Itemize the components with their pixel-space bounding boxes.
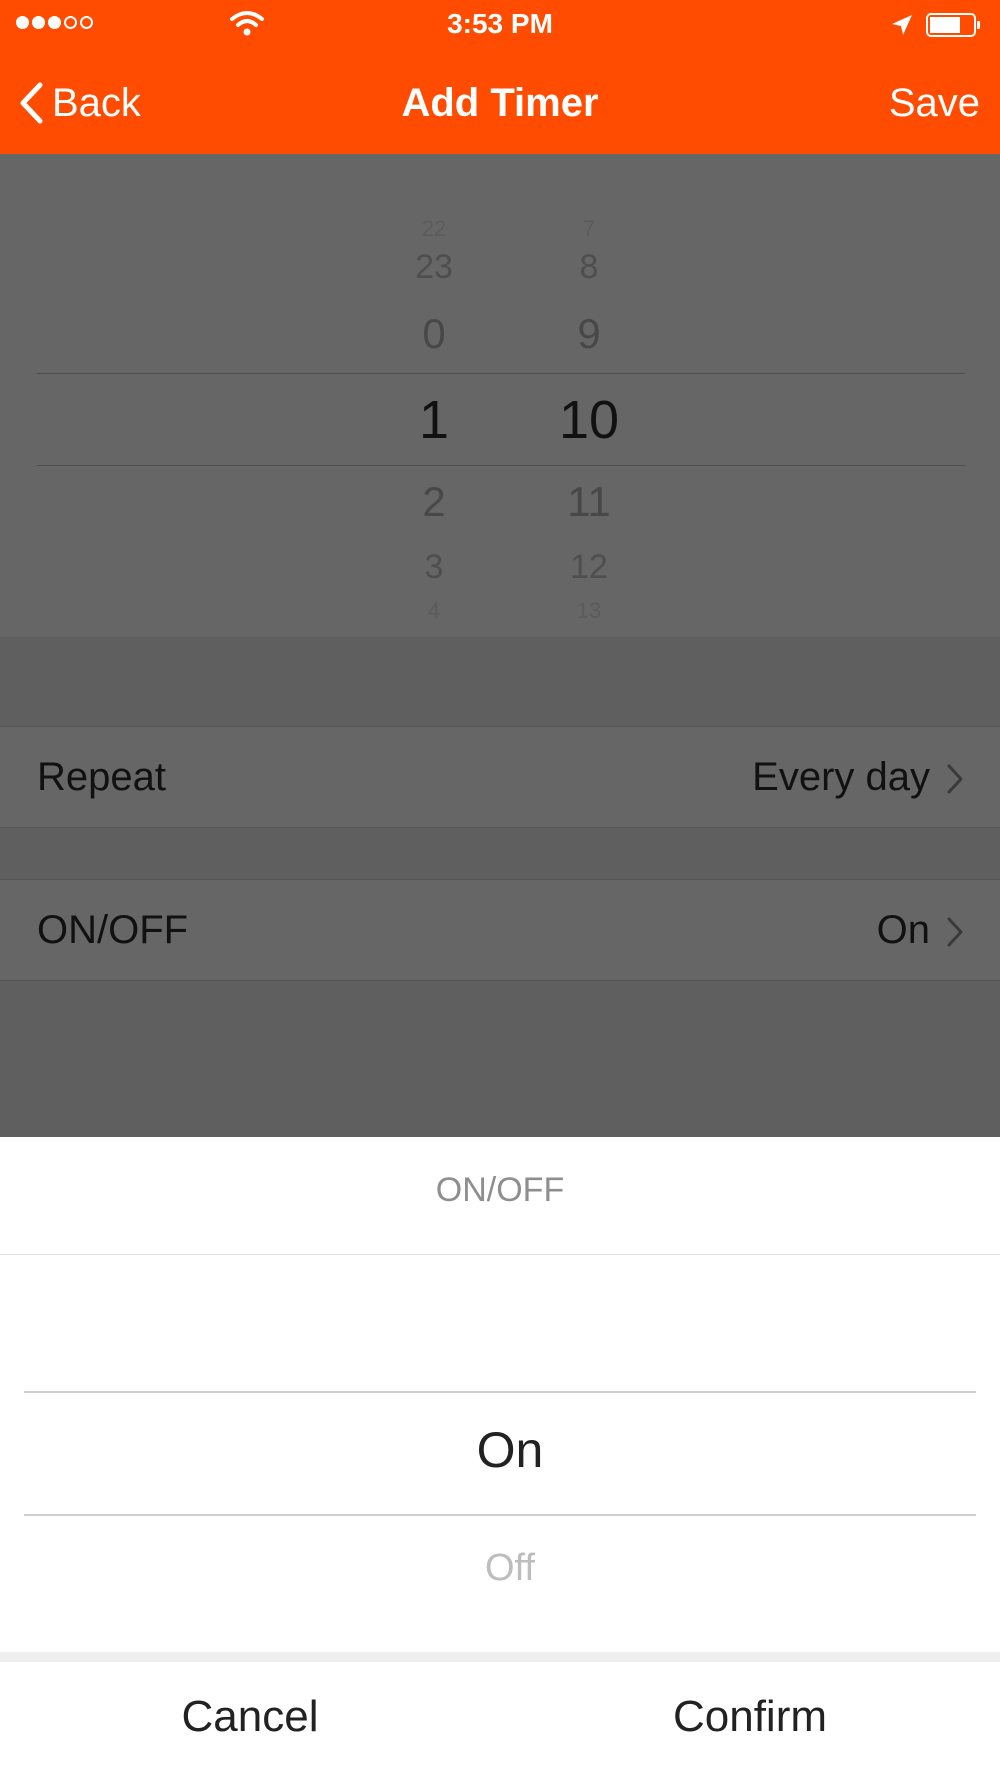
hour-option: 23 — [415, 248, 453, 286]
minute-option: 9 — [577, 310, 601, 357]
location-arrow-icon — [892, 15, 912, 35]
repeat-label: Repeat — [37, 755, 166, 799]
sheet-title: ON/OFF — [435, 1171, 565, 1209]
hour-option-selected: 1 — [418, 390, 450, 450]
nav-header: 3:53 PM Back Add Timer Save — [0, 0, 1000, 154]
battery-icon — [926, 13, 980, 37]
minute-option: 13 — [576, 598, 602, 623]
onoff-value: On — [876, 908, 930, 952]
onoff-label: ON/OFF — [37, 908, 189, 952]
minute-option-selected: 10 — [558, 390, 620, 450]
minute-option: 8 — [579, 248, 599, 286]
picker-selection-top-line — [37, 373, 965, 374]
hour-option: 22 — [421, 216, 447, 241]
chevron-right-icon — [947, 764, 963, 794]
hour-option: 3 — [424, 548, 444, 586]
option-off[interactable]: Off — [0, 1547, 1000, 1590]
hour-option: 2 — [422, 478, 446, 525]
chevron-right-icon — [947, 917, 963, 947]
minute-option: 7 — [582, 216, 596, 241]
repeat-value: Every day — [752, 755, 930, 799]
option-on[interactable]: On — [0, 1421, 1000, 1479]
onoff-row[interactable]: ON/OFF On — [0, 879, 1000, 981]
minute-option: 12 — [570, 548, 608, 586]
repeat-row[interactable]: Repeat Every day — [0, 726, 1000, 828]
status-time: 3:53 PM — [447, 8, 553, 39]
hour-option: 4 — [427, 598, 441, 623]
hour-option: 0 — [422, 310, 446, 357]
minute-wheel[interactable]: 7 8 9 10 11 12 13 — [539, 154, 639, 637]
minute-option: 11 — [567, 478, 611, 525]
section-spacer — [0, 637, 1000, 725]
cancel-button[interactable]: Cancel — [0, 1692, 500, 1742]
option-selection-top-line — [24, 1391, 976, 1393]
sheet-separator — [0, 1652, 1000, 1662]
picker-selection-bottom-line — [37, 465, 965, 466]
onoff-picker-sheet: ON/OFF On Off Cancel Confirm — [0, 1137, 1000, 1778]
option-selection-bottom-line — [24, 1514, 976, 1516]
sheet-divider — [0, 1254, 1000, 1255]
hour-wheel[interactable]: 22 23 0 1 2 3 4 — [384, 154, 484, 637]
status-bar: 3:53 PM — [0, 0, 1000, 50]
time-picker[interactable]: 22 23 0 1 2 3 4 7 8 9 10 11 12 13 — [0, 154, 1000, 637]
page-title: Add Timer — [401, 81, 599, 125]
save-button[interactable]: Save — [889, 78, 980, 128]
confirm-button[interactable]: Confirm — [500, 1692, 1000, 1742]
